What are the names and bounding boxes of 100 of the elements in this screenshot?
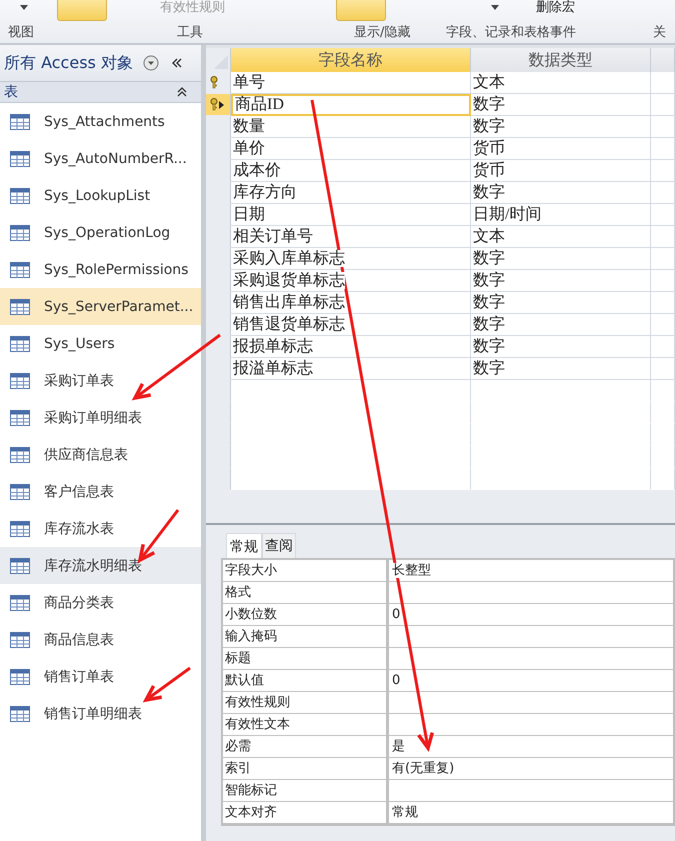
field-name[interactable]: 销售退货单标志 [233, 316, 345, 333]
property-name: 默认值 [223, 670, 389, 691]
key-icon [210, 76, 218, 89]
table-item[interactable]: Sys_Users [0, 325, 201, 362]
table-item[interactable]: Sys_RolePermissions [0, 251, 201, 288]
data-type[interactable]: 货币 [473, 162, 505, 179]
property-name: 必需 [223, 736, 389, 757]
table-item[interactable]: 销售订单表 [0, 658, 201, 695]
field-name[interactable]: 报溢单标志 [233, 360, 313, 377]
collapse-icon[interactable] [170, 58, 183, 68]
collapse-icon[interactable] [177, 87, 187, 97]
caret-icon [20, 5, 28, 10]
field-name[interactable]: 商品ID [235, 96, 284, 113]
field-name[interactable]: 单价 [233, 140, 265, 157]
table-item[interactable]: Sys_ServerParamet... [0, 288, 201, 325]
data-type[interactable]: 数字 [473, 338, 505, 355]
field-name[interactable]: 报损单标志 [233, 338, 313, 355]
description-cell[interactable] [651, 138, 675, 160]
property-value[interactable]: 长整型 [392, 563, 431, 578]
table-icon [10, 262, 30, 278]
table-item[interactable]: 商品信息表 [0, 621, 201, 658]
description-cell[interactable] [651, 358, 675, 380]
property-value[interactable]: 是 [392, 739, 405, 754]
description-cell[interactable] [651, 204, 675, 226]
description-cell[interactable] [651, 226, 675, 248]
table-item[interactable]: Sys_AutoNumberR... [0, 140, 201, 177]
column-header[interactable] [651, 48, 675, 72]
table-item[interactable]: 库存流水表 [0, 510, 201, 547]
description-cell[interactable] [651, 94, 675, 116]
field-name[interactable]: 相关订单号 [233, 228, 313, 245]
field-name[interactable]: 单号 [233, 74, 265, 91]
data-type[interactable]: 文本 [473, 74, 505, 91]
description-cell[interactable] [651, 292, 675, 314]
table-item[interactable]: Sys_Attachments [0, 103, 201, 140]
property-value[interactable]: 有(无重复) [392, 761, 454, 776]
property-name: 标题 [223, 648, 389, 669]
property-value[interactable]: 常规 [392, 805, 418, 820]
table-item[interactable]: 采购订单明细表 [0, 399, 201, 436]
column-header[interactable]: 字段名称 [231, 48, 471, 72]
column-header[interactable]: 数据类型 [471, 48, 651, 72]
table-icon [10, 632, 30, 648]
table-icon [10, 484, 30, 500]
table-item[interactable]: 销售订单明细表 [0, 695, 201, 732]
table-item[interactable]: 供应商信息表 [0, 436, 201, 473]
property-name: 字段大小 [223, 560, 389, 581]
data-type[interactable]: 数字 [473, 294, 505, 311]
data-type[interactable]: 数字 [473, 360, 505, 377]
ribbon-button[interactable] [336, 0, 386, 21]
table-icon [10, 668, 30, 684]
field-name[interactable]: 数量 [233, 118, 265, 135]
table-item[interactable]: Sys_OperationLog [0, 214, 201, 251]
description-cell[interactable] [651, 160, 675, 182]
section-header[interactable]: 表 [0, 82, 201, 103]
table-item[interactable]: Sys_LookupList [0, 177, 201, 214]
data-type[interactable]: 文本 [473, 228, 505, 245]
property-name: 小数位数 [223, 604, 389, 625]
field-name[interactable]: 销售出库单标志 [233, 294, 345, 311]
description-cell[interactable] [651, 270, 675, 292]
tab[interactable]: 查阅 [262, 533, 296, 558]
table-icon [10, 150, 30, 166]
ribbon-group-label: 工具 [177, 24, 203, 41]
property-name: 有效性文本 [223, 714, 389, 735]
tab[interactable]: 常规 [226, 533, 262, 558]
data-type[interactable]: 数字 [473, 184, 505, 201]
data-type[interactable]: 数字 [473, 118, 505, 135]
field-name[interactable]: 采购退货单标志 [233, 272, 345, 289]
ribbon-label[interactable]: 删除宏 [536, 0, 575, 16]
field-name[interactable]: 采购入库单标志 [233, 250, 345, 267]
field-name[interactable]: 库存方向 [233, 184, 297, 201]
data-type[interactable]: 数字 [473, 96, 505, 113]
data-type[interactable]: 货币 [473, 140, 505, 157]
ribbon-group-label: 视图 [8, 24, 34, 41]
table-icon [10, 520, 30, 536]
table-item[interactable]: 商品分类表 [0, 584, 201, 621]
description-cell[interactable] [651, 314, 675, 336]
table-icon [10, 558, 30, 574]
property-name: 输入掩码 [223, 626, 389, 647]
ribbon-button[interactable] [57, 0, 107, 21]
ribbon-group-label: 显示/隐藏 [354, 24, 410, 41]
description-cell[interactable] [651, 116, 675, 138]
table-icon [10, 114, 30, 130]
description-cell[interactable] [651, 336, 675, 358]
description-cell[interactable] [651, 182, 675, 204]
table-item[interactable]: 采购订单表 [0, 362, 201, 399]
data-type[interactable]: 数字 [473, 272, 505, 289]
table-item[interactable]: 库存流水明细表 [0, 547, 201, 584]
dropdown-icon[interactable] [142, 55, 159, 71]
field-name[interactable]: 成本价 [233, 162, 281, 179]
table-item[interactable]: 客户信息表 [0, 473, 201, 510]
field-name[interactable]: 日期 [233, 206, 265, 223]
description-cell[interactable] [651, 72, 675, 94]
data-type[interactable]: 数字 [473, 316, 505, 333]
description-cell[interactable] [651, 248, 675, 270]
property-name: 智能标记 [223, 780, 389, 801]
data-type[interactable]: 数字 [473, 250, 505, 267]
row-selector[interactable] [206, 94, 231, 116]
caret-icon [491, 5, 499, 10]
table-icon [10, 594, 30, 610]
property-name: 索引 [223, 758, 389, 779]
data-type[interactable]: 日期/时间 [473, 206, 542, 223]
